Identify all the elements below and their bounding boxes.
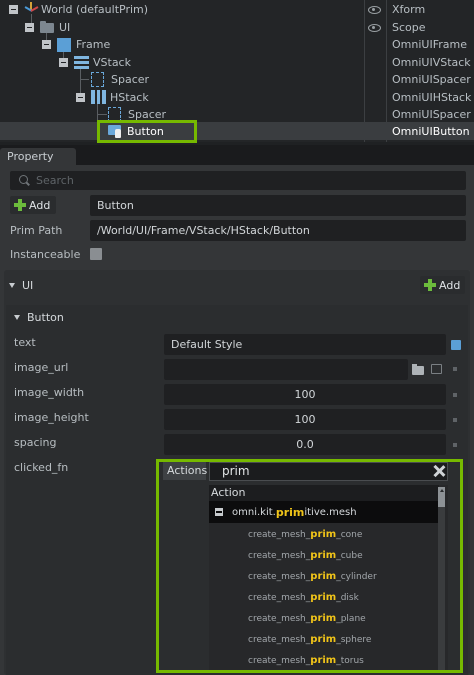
frame-icon bbox=[57, 38, 71, 52]
collapse-triangle-icon[interactable] bbox=[14, 315, 20, 320]
prim-name: Spacer bbox=[111, 73, 150, 87]
collapse-icon[interactable] bbox=[42, 40, 51, 49]
collapse-icon[interactable] bbox=[9, 5, 18, 14]
add-label: Add bbox=[29, 198, 51, 212]
field-label-text: text bbox=[14, 336, 36, 349]
prim-path-field[interactable]: /World/UI/Frame/VStack/HStack/Button bbox=[90, 220, 466, 241]
instanceable-label: Instanceable bbox=[10, 248, 81, 261]
search-icon bbox=[19, 175, 28, 184]
stage-tree: World (defaultPrim) Xform UI Scope Frame… bbox=[0, 0, 474, 143]
prim-name: HStack bbox=[110, 90, 149, 104]
vstack-icon bbox=[74, 55, 89, 70]
prim-name: World (defaultPrim) bbox=[41, 3, 149, 17]
field-label-image-height: image_height bbox=[14, 411, 89, 424]
highlight-frame bbox=[156, 459, 463, 673]
prim-path-label: Prim Path bbox=[10, 224, 63, 237]
add-button[interactable]: Add bbox=[10, 196, 56, 214]
prim-name-field[interactable]: Button bbox=[90, 195, 466, 216]
plus-icon bbox=[14, 199, 26, 211]
default-indicator-icon bbox=[453, 393, 457, 397]
spacing-field[interactable]: 0.0 bbox=[164, 434, 446, 455]
style-override-icon[interactable] bbox=[451, 340, 461, 350]
tab-property[interactable]: Property bbox=[0, 148, 76, 165]
field-label-spacing: spacing bbox=[14, 436, 57, 449]
prim-name: Frame bbox=[76, 38, 111, 52]
prim-type: Scope bbox=[392, 20, 426, 34]
image-url-field[interactable] bbox=[164, 359, 408, 380]
spacer-icon bbox=[91, 72, 104, 87]
prim-type: OmniUIFrame bbox=[392, 38, 467, 52]
open-link-icon[interactable] bbox=[431, 364, 442, 374]
collapse-icon[interactable] bbox=[25, 22, 34, 32]
prim-type: OmniUIVStack bbox=[392, 55, 471, 69]
hstack-icon bbox=[91, 89, 106, 104]
ui-section-title: UI bbox=[22, 279, 34, 292]
search-placeholder: Search bbox=[36, 174, 74, 187]
default-indicator-icon bbox=[453, 418, 457, 422]
image-width-field[interactable]: 100 bbox=[164, 384, 446, 405]
stage-row-frame[interactable]: Frame OmniUIFrame bbox=[0, 36, 474, 54]
prim-type: OmniUIButton bbox=[392, 124, 470, 138]
stage-row-button[interactable]: Button OmniUIButton bbox=[0, 122, 474, 140]
stage-row-spacer[interactable]: Spacer OmniUISpacer bbox=[0, 71, 474, 89]
xform-icon bbox=[23, 2, 39, 16]
prim-type: OmniUISpacer bbox=[392, 108, 471, 122]
default-indicator-icon bbox=[453, 367, 457, 371]
prim-name: UI bbox=[59, 20, 71, 34]
stage-row-world[interactable]: World (defaultPrim) Xform bbox=[0, 1, 474, 19]
collapse-triangle-icon[interactable] bbox=[9, 283, 15, 288]
visibility-eye-icon[interactable] bbox=[368, 23, 381, 32]
add-label: Add bbox=[439, 278, 461, 292]
search-input[interactable]: Search bbox=[10, 171, 466, 190]
folder-icon[interactable] bbox=[412, 364, 424, 375]
stage-row-hstack[interactable]: HStack OmniUIHStack bbox=[0, 89, 474, 107]
prim-name: VStack bbox=[93, 55, 131, 69]
plus-icon bbox=[424, 279, 436, 291]
collapse-icon[interactable] bbox=[59, 57, 68, 67]
prim-type: Xform bbox=[392, 3, 426, 17]
visibility-eye-icon[interactable] bbox=[368, 6, 381, 14]
prim-type: OmniUISpacer bbox=[392, 73, 471, 87]
stage-row-ui[interactable]: UI Scope bbox=[0, 19, 474, 37]
text-field[interactable]: Default Style bbox=[164, 334, 446, 355]
highlight-frame bbox=[97, 120, 197, 143]
default-indicator-icon bbox=[453, 443, 457, 447]
field-label-image-width: image_width bbox=[14, 386, 85, 399]
prim-type: OmniUIHStack bbox=[392, 90, 472, 104]
collapse-icon[interactable] bbox=[76, 92, 85, 102]
scope-folder-icon bbox=[40, 20, 54, 33]
field-label-clicked-fn: clicked_fn bbox=[14, 461, 69, 474]
field-label-image-url: image_url bbox=[14, 361, 69, 374]
stage-row-vstack[interactable]: VStack OmniUIVStack bbox=[0, 54, 474, 72]
button-section-title: Button bbox=[27, 311, 64, 324]
image-height-field[interactable]: 100 bbox=[164, 409, 446, 430]
ui-add-button[interactable]: Add bbox=[420, 276, 465, 294]
instanceable-checkbox[interactable] bbox=[90, 248, 102, 260]
stage-row-spacer[interactable]: Spacer OmniUISpacer bbox=[0, 106, 474, 124]
